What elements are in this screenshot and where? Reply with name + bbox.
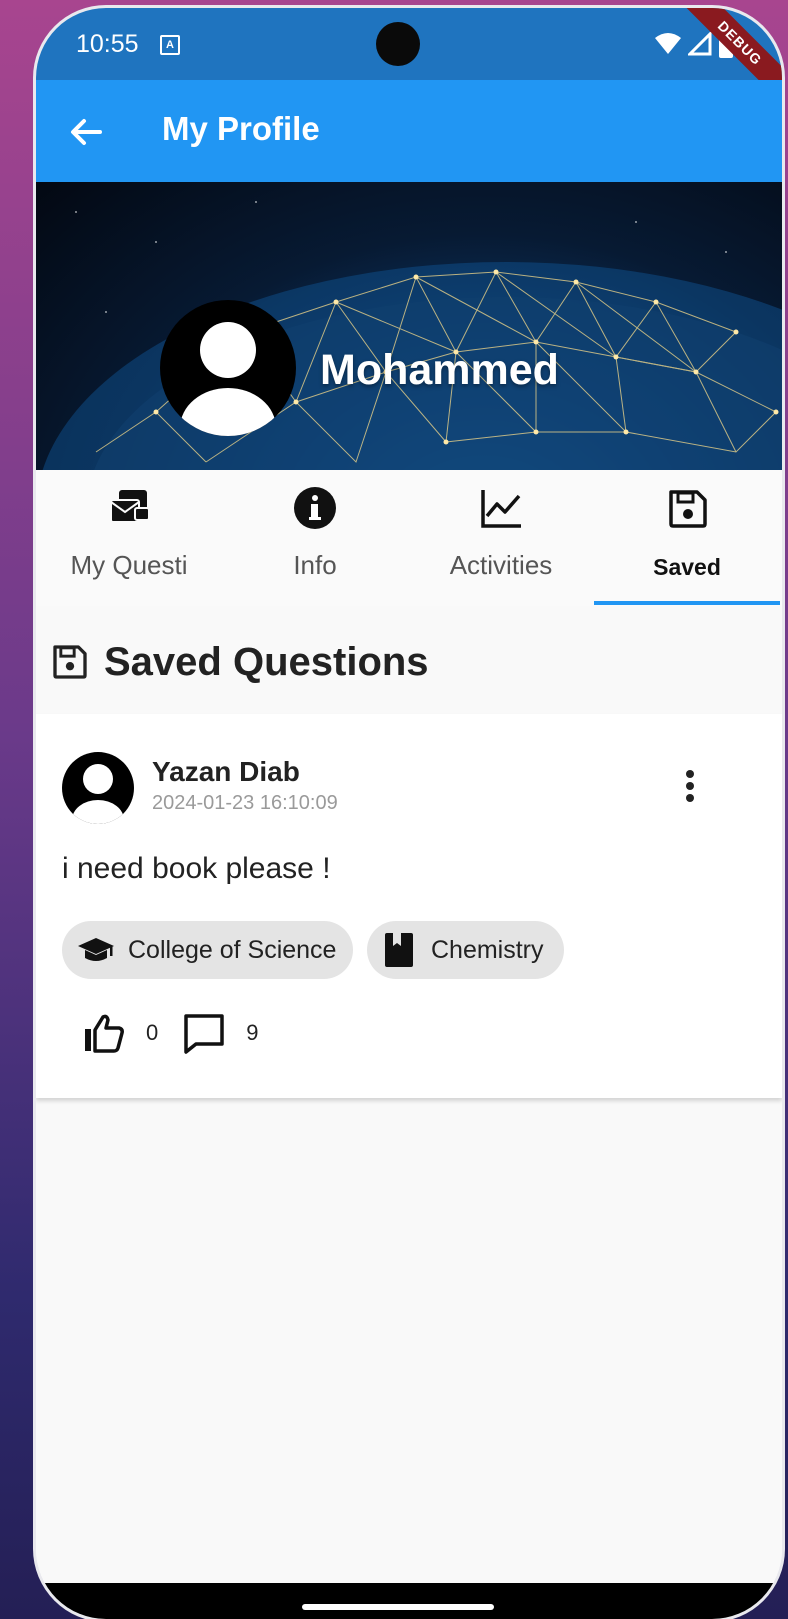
profile-banner: Mohammed <box>36 182 782 470</box>
arrow-back-icon[interactable] <box>64 110 108 154</box>
tab-label: Activities <box>449 550 553 580</box>
tab-label: Info <box>293 550 337 580</box>
thumb-up-icon[interactable] <box>82 1011 126 1055</box>
tab-label: Saved <box>653 554 721 580</box>
saved-content: Saved Questions Yazan Diab 2024-01-23 16… <box>36 606 782 1619</box>
home-indicator[interactable] <box>302 1604 494 1610</box>
graduation-cap-icon <box>78 938 114 961</box>
tag-label: Chemistry <box>431 935 544 964</box>
tag-chip-college[interactable]: College of Science <box>62 921 353 979</box>
page-title: My Profile <box>162 110 320 147</box>
save-icon <box>53 645 87 679</box>
wifi-icon <box>655 33 681 54</box>
phone-frame: 10:55 A DEBUG My Profile Mohammed My Que… <box>36 8 782 1619</box>
question-card[interactable]: Yazan Diab 2024-01-23 16:10:09 i need bo… <box>36 714 782 1098</box>
network-globe-image <box>42 201 782 470</box>
tag-label: College of Science <box>128 935 337 964</box>
app-bar: My Profile <box>36 80 782 182</box>
system-nav-bar <box>36 1583 782 1619</box>
avatar[interactable] <box>160 300 296 436</box>
section-header: Saved Questions <box>36 606 782 710</box>
save-icon <box>669 490 707 528</box>
book-icon <box>385 933 413 967</box>
questions-icon <box>110 490 150 523</box>
comment-count: 9 <box>246 1020 259 1045</box>
status-time: 10:55 <box>76 30 139 58</box>
section-title: Saved Questions <box>104 640 429 684</box>
tab-saved[interactable]: Saved <box>594 470 780 606</box>
like-count: 0 <box>146 1020 159 1045</box>
post-date: 2024-01-23 16:10:09 <box>152 792 338 814</box>
author-name[interactable]: Yazan Diab <box>152 756 300 788</box>
tab-my-questions[interactable]: My Questi <box>36 470 222 606</box>
tab-activities[interactable]: Activities <box>408 470 594 606</box>
question-actions: 0 9 <box>82 1008 283 1058</box>
chart-line-icon <box>481 490 521 528</box>
profile-name: Mohammed <box>320 346 559 394</box>
status-bar: 10:55 A DEBUG <box>36 8 782 109</box>
tab-info[interactable]: Info <box>222 470 408 606</box>
more-vert-icon[interactable] <box>670 766 710 806</box>
info-icon <box>294 487 336 529</box>
person-icon <box>180 322 276 436</box>
avatar[interactable] <box>62 752 134 824</box>
tab-label: My Questi <box>70 550 188 580</box>
status-notification-icon: A <box>160 35 180 55</box>
comment-icon[interactable] <box>182 1011 226 1055</box>
profile-tabs: My Questi Info Activities Saved <box>36 470 782 606</box>
person-icon <box>72 764 124 824</box>
tab-indicator <box>594 601 780 605</box>
camera-cutout <box>376 22 420 66</box>
signal-icon <box>688 32 712 56</box>
question-text: i need book please ! <box>62 852 331 885</box>
tag-chip-subject[interactable]: Chemistry <box>367 921 564 979</box>
